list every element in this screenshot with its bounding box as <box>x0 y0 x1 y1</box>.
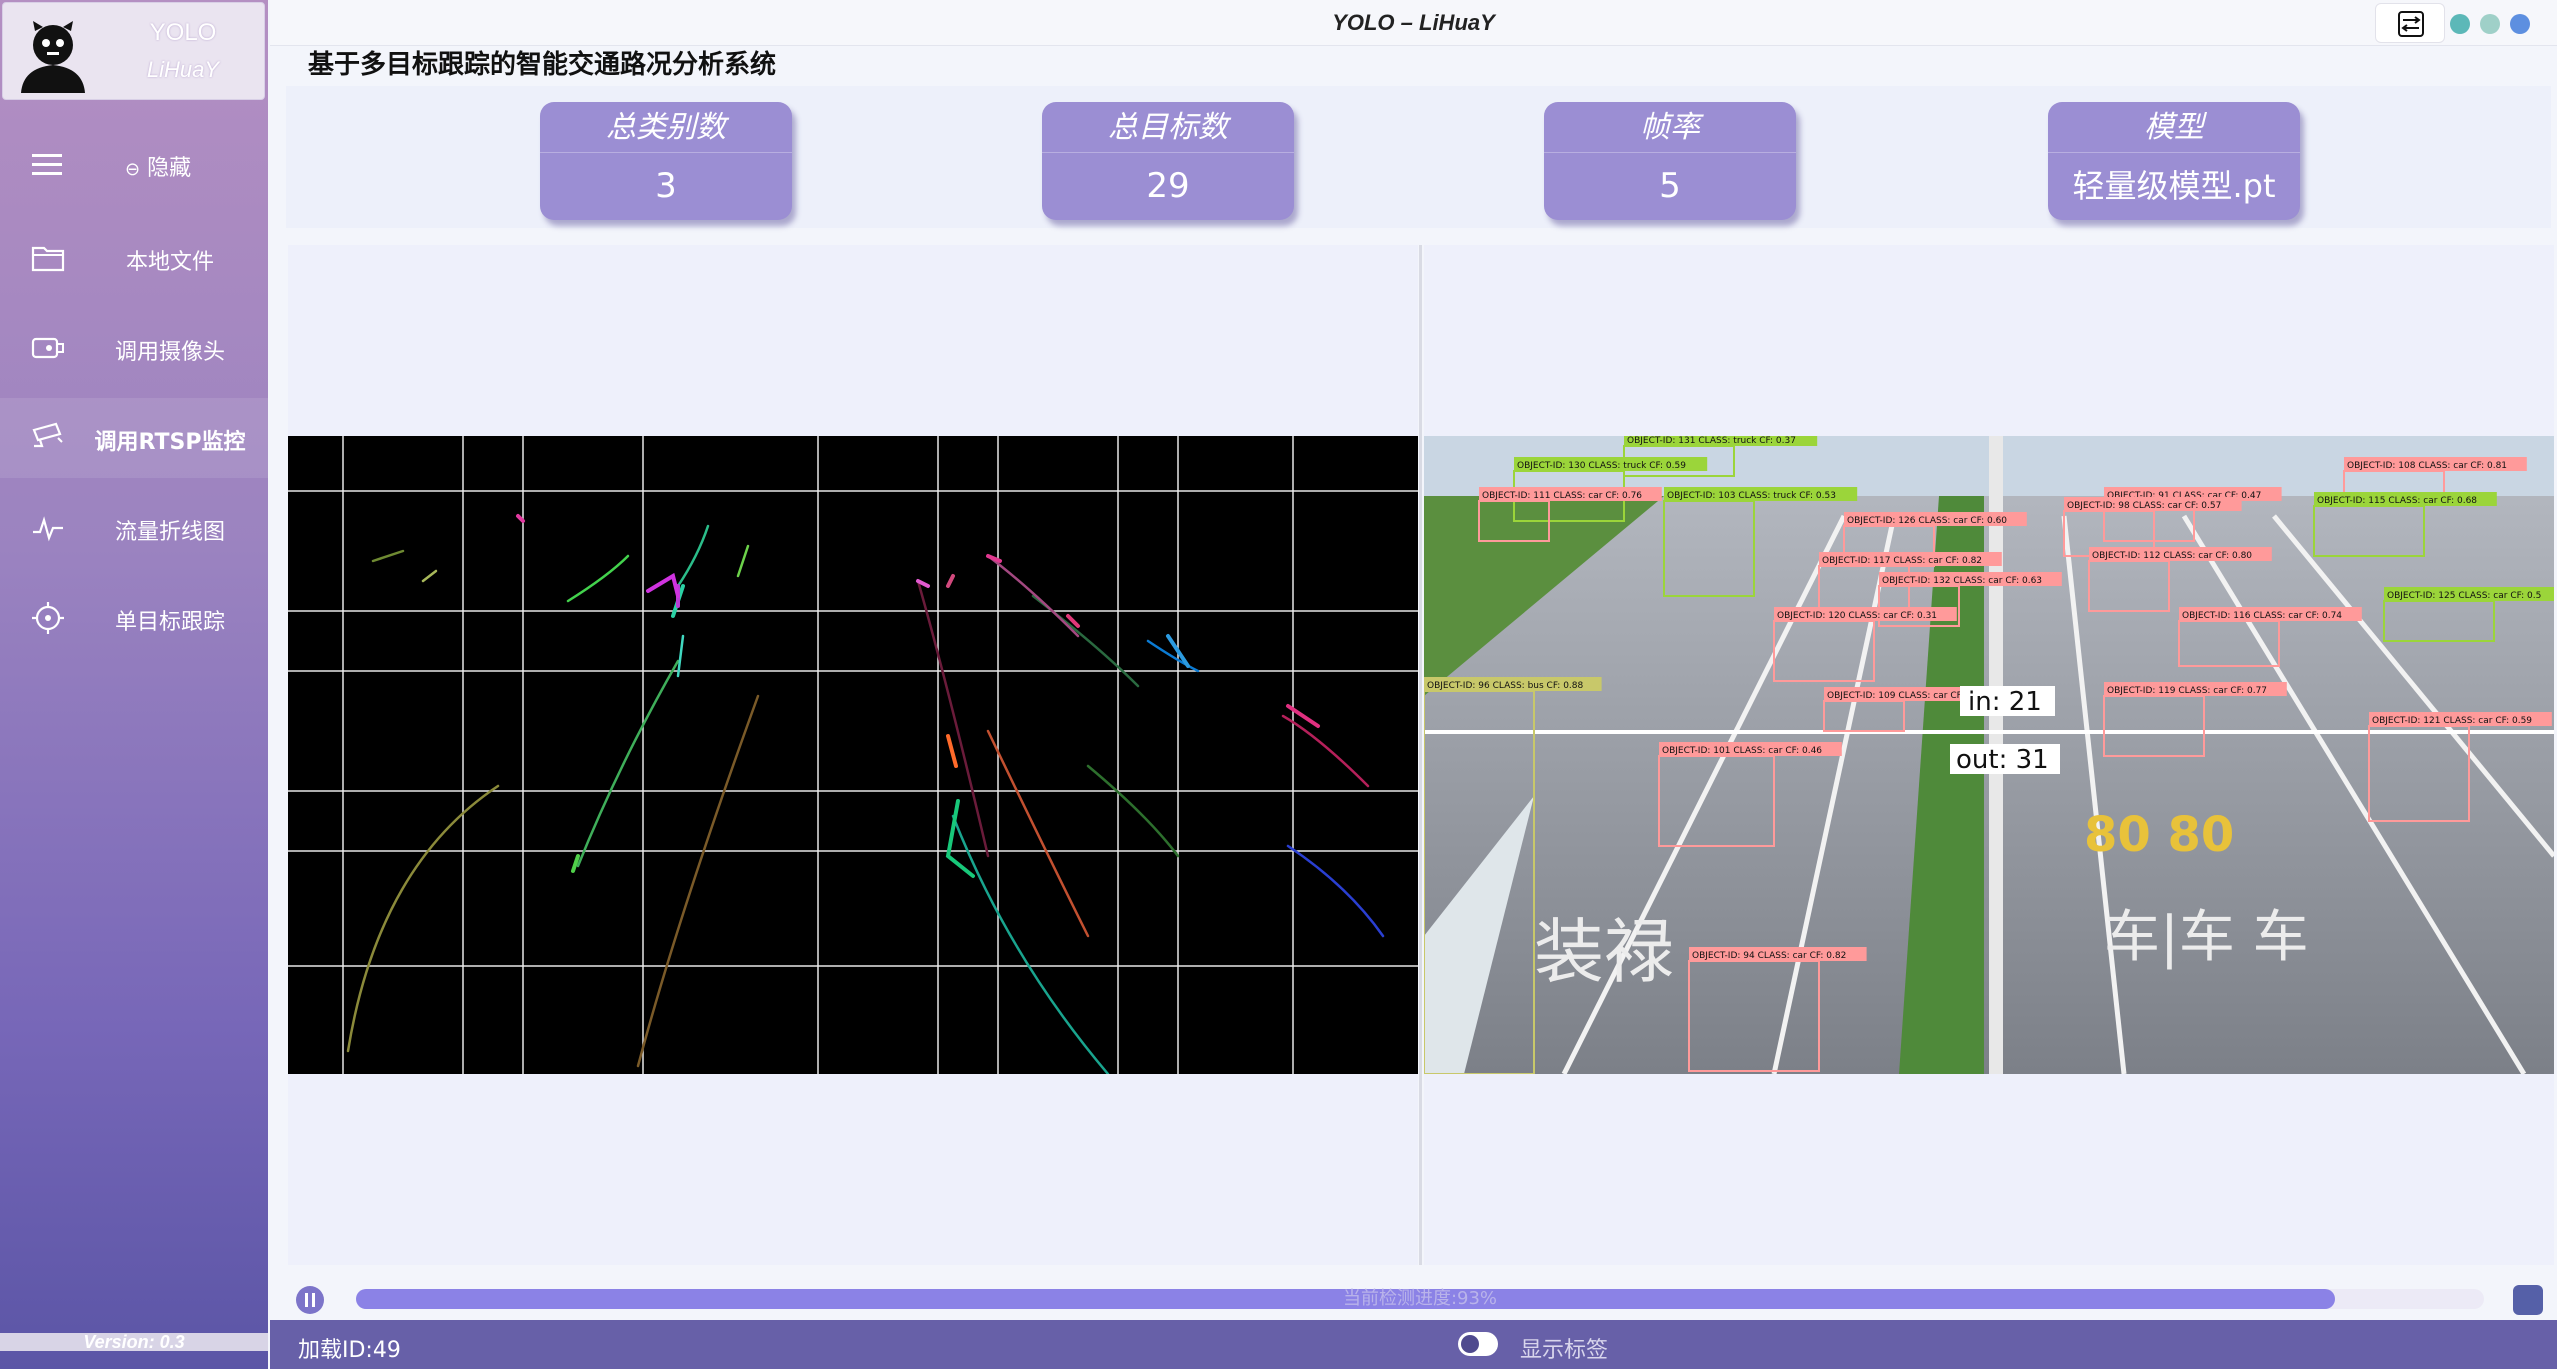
sliders-icon <box>2398 11 2424 37</box>
detection-video: 80 80 装禄 车|车 车 OBJECT-ID: 131 CLASS: tru… <box>1424 436 2554 1074</box>
detection-label: OBJECT-ID: 112 CLASS: car CF: 0.80 <box>2092 551 2252 561</box>
app-title: 基于多目标跟踪的智能交通路况分析系统 <box>308 50 777 80</box>
brand-title: YOLO <box>149 19 217 46</box>
sidebar-item-label: 调用RTSP监控 <box>94 430 246 455</box>
crosshair-icon <box>32 602 64 634</box>
hide-sidebar-button[interactable]: ⊖ 隐藏 <box>125 150 191 182</box>
svg-text:80 80: 80 80 <box>2084 807 2234 863</box>
camera-icon <box>31 337 64 359</box>
show-labels-label: 显示标签 <box>1520 1338 1609 1363</box>
load-id-label: 加载ID:49 <box>298 1338 401 1363</box>
detection-label: OBJECT-ID: 131 CLASS: truck CF: 0.37 <box>1627 436 1796 446</box>
stat-card-fps: 帧率 5 <box>1544 102 1796 220</box>
sidebar-item-label: 调用摄像头 <box>114 340 225 365</box>
stat-card-targets: 总目标数 29 <box>1042 102 1294 220</box>
sidebar: YOLO LiHuaY ⊖ 隐藏 本地文件 调用摄像头 调用RTSP监控 流量折… <box>0 0 268 1369</box>
line-chart-icon <box>33 516 63 542</box>
detection-label: OBJECT-ID: 101 CLASS: car CF: 0.46 <box>1662 746 1822 756</box>
menu-icon[interactable] <box>32 152 62 176</box>
counter-in: in: 21 <box>1968 687 2042 717</box>
brand-subtitle: LiHuaY <box>146 57 220 82</box>
stat-caption: 总目标数 <box>1042 102 1294 153</box>
show-labels-toggle[interactable] <box>1458 1332 1498 1356</box>
folder-icon <box>31 246 65 272</box>
panel-divider <box>1419 245 1422 1265</box>
stat-value: 3 <box>655 166 677 206</box>
cctv-icon <box>32 422 63 448</box>
stats-panel: 总类别数 3 总目标数 29 帧率 5 模型 轻量级模型.pt <box>286 86 2551 228</box>
detection-panel: 80 80 装禄 车|车 车 OBJECT-ID: 131 CLASS: tru… <box>1424 245 2554 1265</box>
sidebar-item-flow-chart[interactable]: 流量折线图 <box>0 488 268 568</box>
progress-text: 当前检测进度:93% <box>1342 1288 1498 1309</box>
detection-label: OBJECT-ID: 94 CLASS: car CF: 0.82 <box>1692 951 1846 961</box>
stat-card-model: 模型 轻量级模型.pt <box>2048 102 2300 220</box>
trajectory-map <box>288 436 1418 1074</box>
detection-label: OBJECT-ID: 132 CLASS: car CF: 0.63 <box>1882 576 2042 586</box>
sidebar-item-local-file[interactable]: 本地文件 <box>0 218 268 298</box>
window-title: YOLO – LiHuaY <box>1332 10 1495 35</box>
status-bar: 加载ID:49 显示标签 <box>270 1320 2557 1369</box>
detection-label: OBJECT-ID: 120 CLASS: car CF: 0.31 <box>1777 611 1937 621</box>
sidebar-item-label: 本地文件 <box>125 250 214 275</box>
stat-caption: 帧率 <box>1544 102 1796 153</box>
detection-label: OBJECT-ID: 115 CLASS: car CF: 0.68 <box>2317 496 2477 506</box>
detection-label: OBJECT-ID: 125 CLASS: car CF: 0.5 <box>2387 591 2541 601</box>
detection-label: OBJECT-ID: 111 CLASS: car CF: 0.76 <box>1482 491 1642 501</box>
pause-icon <box>305 1293 315 1307</box>
maximize-button[interactable] <box>2480 14 2500 34</box>
detection-label: OBJECT-ID: 119 CLASS: car CF: 0.77 <box>2107 686 2267 696</box>
close-button[interactable] <box>2510 14 2530 34</box>
stat-caption: 总类别数 <box>540 102 792 153</box>
sidebar-item-label: 单目标跟踪 <box>114 610 225 635</box>
detection-label: OBJECT-ID: 126 CLASS: car CF: 0.60 <box>1847 516 2007 526</box>
sidebar-item-rtsp[interactable]: 调用RTSP监控 <box>0 398 268 478</box>
stat-value: 29 <box>1146 166 1190 206</box>
stat-card-classes: 总类别数 3 <box>540 102 792 220</box>
version-label: Version: 0.3 <box>0 1333 268 1351</box>
zoom-out-icon: ⊖ <box>125 159 141 180</box>
detection-label: OBJECT-ID: 121 CLASS: car CF: 0.59 <box>2372 716 2532 726</box>
stat-caption: 模型 <box>2048 102 2300 153</box>
detection-label: OBJECT-ID: 116 CLASS: car CF: 0.74 <box>2182 611 2342 621</box>
stat-value: 轻量级模型.pt <box>2072 167 2276 205</box>
detection-label: OBJECT-ID: 108 CLASS: car CF: 0.81 <box>2347 461 2507 471</box>
detection-label: OBJECT-ID: 117 CLASS: car CF: 0.82 <box>1822 556 1982 566</box>
stop-button[interactable] <box>2513 1285 2543 1315</box>
svg-text:装禄: 装禄 <box>1534 911 1674 993</box>
detection-label: OBJECT-ID: 130 CLASS: truck CF: 0.59 <box>1517 461 1686 471</box>
hide-label: 隐藏 <box>147 156 192 181</box>
detection-label: OBJECT-ID: 96 CLASS: bus CF: 0.88 <box>1427 681 1584 691</box>
stat-value: 5 <box>1659 166 1681 206</box>
trajectory-panel <box>288 245 1418 1265</box>
sidebar-item-single-tracking[interactable]: 单目标跟踪 <box>0 578 268 658</box>
detection-progress-bar: 当前检测进度:93% <box>356 1289 2484 1309</box>
settings-button[interactable] <box>2375 3 2445 43</box>
svg-text:车|车 车: 车|车 车 <box>2104 905 2309 970</box>
pause-button[interactable] <box>296 1286 324 1314</box>
toggle-knob <box>1461 1335 1479 1353</box>
brand-card: YOLO LiHuaY <box>2 2 265 100</box>
title-bar: YOLO – LiHuaY <box>270 0 2557 46</box>
sidebar-item-label: 流量折线图 <box>114 520 225 545</box>
counter-out: out: 31 <box>1956 745 2049 775</box>
detection-label: OBJECT-ID: 103 CLASS: truck CF: 0.53 <box>1667 491 1836 501</box>
avatar <box>13 13 93 93</box>
detection-label: OBJECT-ID: 98 CLASS: car CF: 0.57 <box>2067 501 2221 511</box>
minimize-button[interactable] <box>2450 14 2470 34</box>
sidebar-item-camera[interactable]: 调用摄像头 <box>0 308 268 388</box>
